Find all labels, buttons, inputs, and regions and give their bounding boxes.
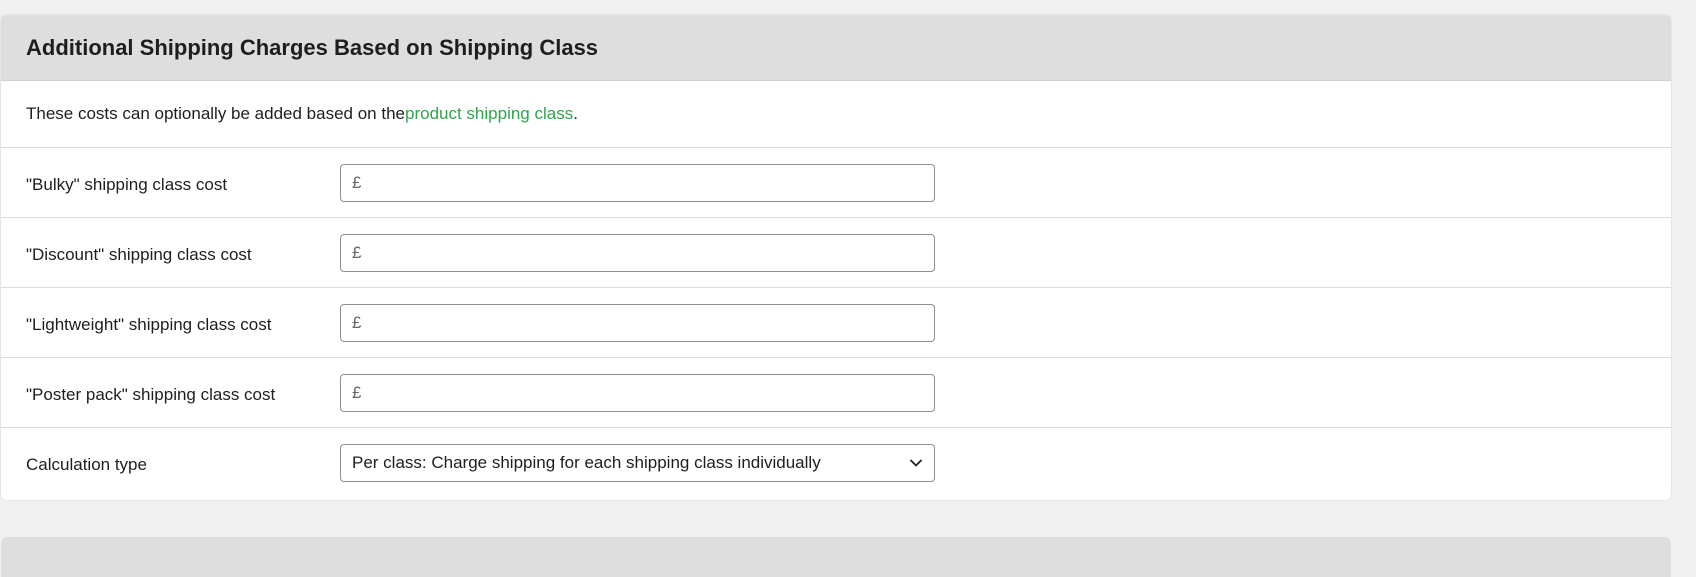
calculation-type-label: Calculation type: [26, 455, 147, 474]
bulky-cost-label: "Bulky" shipping class cost: [26, 174, 228, 194]
currency-symbol: £: [352, 172, 362, 192]
bulky-cost-field[interactable]: £: [340, 163, 935, 202]
lightweight-cost-input[interactable]: [367, 304, 934, 341]
currency-symbol: £: [352, 382, 362, 402]
form-row-calculation-type: Calculation type Per class: Charge shipp…: [1, 428, 1671, 498]
currency-symbol: £: [352, 242, 362, 262]
discount-cost-label: "Discount" shipping class cost: [26, 244, 252, 264]
panel-title: Additional Shipping Charges Based on Shi…: [26, 34, 599, 60]
poster-pack-cost-label: "Poster pack" shipping class cost: [26, 384, 276, 404]
form-row-bulky: "Bulky" shipping class cost £: [1, 148, 1671, 218]
poster-pack-cost-field[interactable]: £: [340, 373, 935, 412]
lightweight-cost-field[interactable]: £: [340, 303, 935, 342]
form-row-discount: "Discount" shipping class cost £: [1, 218, 1671, 288]
calculation-type-value: Per class: Charge shipping for each ship…: [352, 453, 821, 472]
calculation-type-select[interactable]: Per class: Charge shipping for each ship…: [340, 444, 935, 482]
next-panel-header: [1, 537, 1671, 577]
chevron-down-icon: [910, 459, 922, 467]
currency-symbol: £: [352, 312, 362, 332]
poster-pack-cost-input[interactable]: [367, 374, 934, 411]
description-suffix: .: [573, 104, 578, 123]
panel-header: Additional Shipping Charges Based on Shi…: [1, 15, 1671, 81]
product-shipping-class-link[interactable]: product shipping class: [405, 104, 573, 124]
lightweight-cost-label: "Lightweight" shipping class cost: [26, 314, 272, 334]
discount-cost-field[interactable]: £: [340, 233, 935, 272]
description-text: These costs can optionally be added base…: [26, 104, 405, 123]
form-row-lightweight: "Lightweight" shipping class cost £: [1, 288, 1671, 358]
section-description: These costs can optionally be added base…: [1, 81, 1671, 148]
bulky-cost-input[interactable]: [367, 164, 934, 201]
form-row-poster-pack: "Poster pack" shipping class cost £: [1, 358, 1671, 428]
shipping-class-panel: Additional Shipping Charges Based on Shi…: [1, 15, 1671, 500]
discount-cost-input[interactable]: [367, 234, 934, 271]
